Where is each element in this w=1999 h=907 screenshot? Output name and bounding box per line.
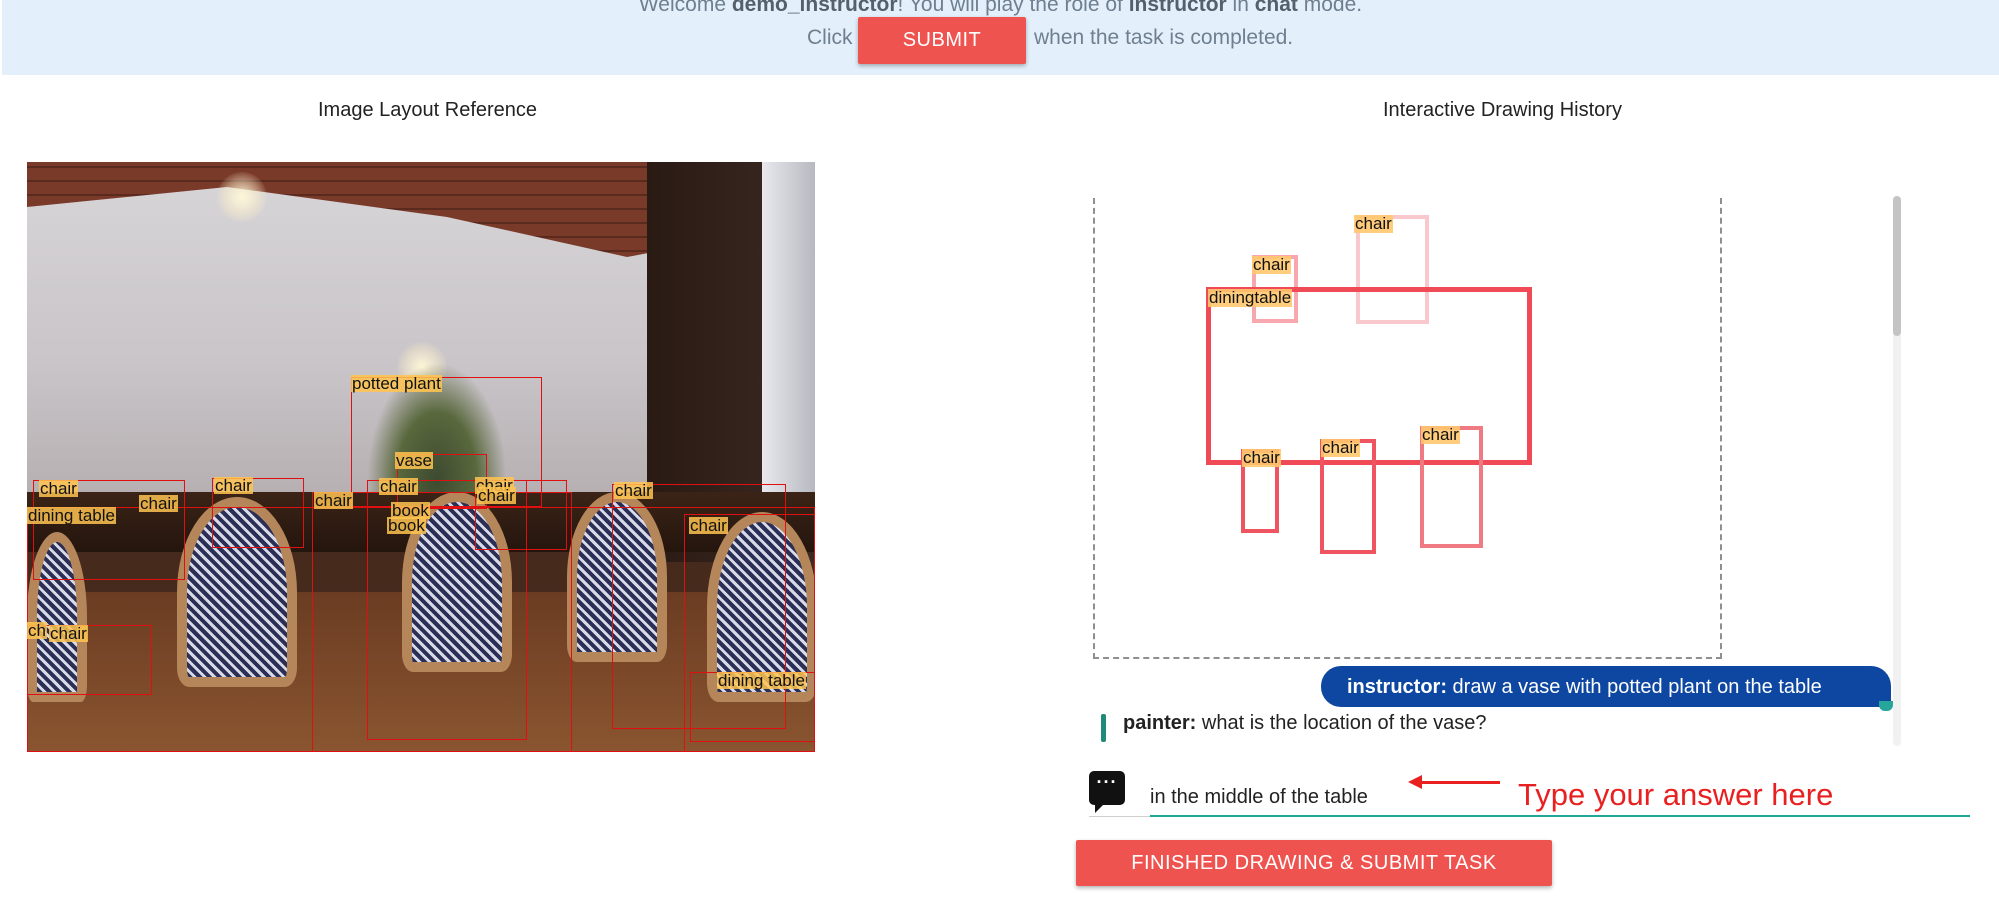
bbox-label: vase	[395, 451, 433, 470]
bbox-label: dining table	[27, 506, 116, 525]
instructor-text: draw a vase with potted plant on the tab…	[1447, 676, 1822, 698]
submit-button[interactable]: SUBMIT	[858, 17, 1026, 64]
mode-name: chat	[1254, 0, 1298, 16]
painter-marker	[1101, 714, 1106, 742]
drawn-label: chair	[1242, 448, 1281, 467]
arrow-left-icon	[1408, 775, 1500, 789]
role-name: instructor	[1128, 0, 1227, 16]
drawn-label: chair	[1252, 255, 1291, 274]
username: demo_instructor	[731, 0, 898, 16]
welcome-message: Welcome demo_instructor! You will play t…	[2, 0, 1999, 17]
click-suffix: when the task is completed.	[1034, 26, 1294, 49]
click-prefix: Click	[807, 26, 853, 49]
scrollbar-thumb[interactable]	[1893, 196, 1901, 336]
drawn-label: chair	[1354, 214, 1393, 233]
drawing-history-title: Interactive Drawing History	[1383, 99, 1622, 121]
painter-message: painter: what is the location of the vas…	[1101, 712, 1487, 742]
bbox-label: chair	[689, 516, 728, 535]
finish-submit-button[interactable]: FINISHED DRAWING & SUBMIT TASK	[1076, 840, 1552, 886]
bbox-label: chair	[139, 494, 178, 513]
bbox-label: potted plant	[351, 374, 442, 393]
drawing-canvas[interactable]: chair chair diningtable chair chair chai…	[1093, 198, 1722, 659]
bbox-label: chair	[314, 491, 353, 510]
instructor-message: instructor: draw a vase with potted plan…	[1321, 666, 1893, 711]
bbox-label: chair	[379, 477, 418, 496]
painter-text: what is the location of the vase?	[1196, 712, 1487, 734]
bbox-label: chair	[477, 486, 516, 505]
drawn-label: chair	[1421, 425, 1460, 444]
bbox-label: book	[387, 516, 426, 535]
drawn-label: diningtable	[1208, 288, 1293, 307]
bbox-label: chair	[49, 624, 88, 643]
image-layout-title: Image Layout Reference	[318, 99, 538, 121]
chat-bubble-icon: ···	[1089, 771, 1125, 813]
bbox-label: chair	[214, 476, 253, 495]
chat-scrollbar[interactable]	[1893, 196, 1901, 746]
bbox-label: chair	[614, 481, 653, 500]
instructor-name: instructor:	[1347, 676, 1447, 698]
bbox-label: chair	[39, 479, 78, 498]
drawn-label: chair	[1321, 438, 1360, 457]
bbox-label: ch	[27, 621, 47, 640]
painter-name: painter:	[1123, 712, 1197, 734]
input-divider	[1089, 816, 1150, 817]
answer-hint: Type your answer here	[1518, 777, 1834, 812]
bbox-label: dining table	[717, 671, 806, 690]
drawn-chair	[1420, 426, 1483, 548]
reference-image: potted plant vase chair chair dining tab…	[27, 162, 815, 752]
